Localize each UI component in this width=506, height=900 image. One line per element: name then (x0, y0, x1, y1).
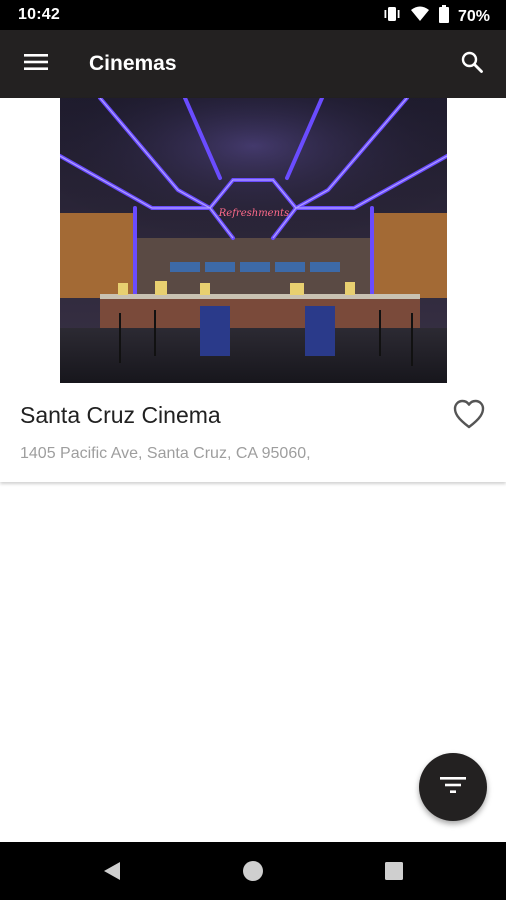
search-icon (460, 50, 484, 79)
vibrate-icon (382, 5, 402, 28)
menu-icon (24, 52, 48, 77)
cinema-name: Santa Cruz Cinema (20, 402, 221, 428)
back-icon[interactable] (100, 859, 124, 883)
battery-percentage: 70% (457, 7, 490, 25)
cinema-card[interactable]: Refreshments Santa Cruz Cinema 1405 Paci… (0, 98, 506, 482)
battery-icon (438, 5, 450, 28)
menu-button[interactable] (14, 42, 58, 86)
refreshments-sign: Refreshments (218, 208, 289, 219)
filter-icon (440, 775, 466, 800)
system-nav-bar (0, 842, 506, 900)
wifi-icon (410, 5, 430, 28)
filter-fab-button[interactable] (419, 753, 487, 821)
search-button[interactable] (450, 42, 494, 86)
cinema-photo[interactable]: Refreshments (60, 98, 447, 383)
page-title: Cinemas (89, 52, 177, 75)
favorite-button[interactable] (449, 396, 489, 436)
status-time: 10:42 (18, 6, 60, 23)
cinema-address: 1405 Pacific Ave, Santa Cruz, CA 95060, (20, 445, 311, 462)
status-icons: 70% (382, 5, 490, 28)
status-bar: 10:42 70% (0, 0, 506, 30)
recents-icon[interactable] (383, 860, 405, 882)
heart-outline-icon (453, 399, 485, 434)
home-icon[interactable] (241, 859, 265, 883)
app-bar: Cinemas (0, 30, 506, 98)
